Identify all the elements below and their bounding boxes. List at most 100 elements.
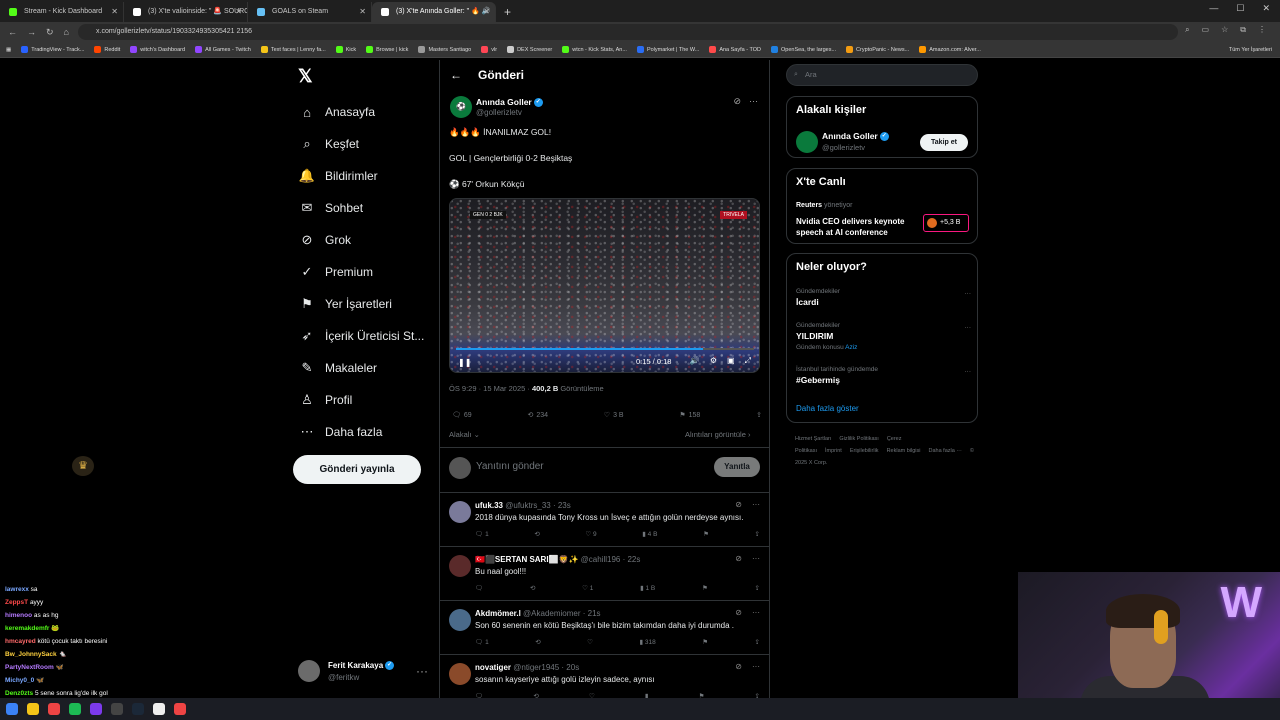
files-icon[interactable] <box>27 703 39 715</box>
home-icon[interactable]: ⌂ <box>64 27 69 38</box>
reply-post[interactable]: ufuk.33 @ufuktrs_33 · 23s ⊘ ··· 2018 dünya … <box>439 493 770 547</box>
like-button[interactable]: ♡ 3 B <box>604 411 624 420</box>
app2-icon[interactable] <box>153 703 165 715</box>
new-tab-icon[interactable]: + <box>496 2 519 22</box>
x-logo[interactable]: 𝕏 <box>298 66 313 87</box>
all-bookmarks[interactable]: Tüm Yer İşaretleri <box>1229 47 1272 53</box>
live-source[interactable]: Reuters yönetiyor <box>796 202 852 209</box>
share-button[interactable]: ⇪ <box>755 530 760 538</box>
share-button[interactable]: ⇪ <box>755 638 760 646</box>
nav-item-mail[interactable]: ✉ Sohbet <box>300 192 440 224</box>
view-quotes-link[interactable]: Alıntıları görüntüle › <box>685 430 750 439</box>
sort-dropdown[interactable]: Alakalı ⌄ <box>449 430 480 439</box>
browser-tab[interactable]: Stream - Kick Dashboard ✕ <box>0 2 124 22</box>
reply-input[interactable]: Yanıtını gönder <box>476 461 544 472</box>
grok-icon[interactable]: ⊘ <box>735 554 742 563</box>
grok-icon[interactable]: ⊘ <box>735 662 742 671</box>
chat-username[interactable]: Denz0zts <box>5 690 33 697</box>
bookmark-item[interactable]: Masters Santiago <box>418 46 471 53</box>
nav-item-premium[interactable]: ✓ Premium <box>300 256 440 288</box>
steam-icon[interactable] <box>132 703 144 715</box>
post-time[interactable]: ÖS 9:29 · 15 Mar 2025 · <box>449 384 530 393</box>
live-headline[interactable]: Nvidia CEO delivers keynote speech at AI… <box>796 216 911 238</box>
back-arrow-icon[interactable]: ← <box>450 68 462 82</box>
reload-icon[interactable]: ↻ <box>46 27 54 38</box>
reply-button[interactable]: 🗨 <box>475 584 483 592</box>
reply-button[interactable]: 🗨 69 <box>452 411 472 420</box>
chat-username[interactable]: Michy0_0 <box>5 677 34 684</box>
bookmark-item[interactable]: DEX Screener <box>507 46 552 53</box>
live-listeners-badge[interactable]: +5,3 B <box>923 214 969 232</box>
show-more-link[interactable]: Daha fazla göster <box>796 404 859 413</box>
browser-tab[interactable]: (3) X'te valioinside: " 🚨 SOURC ✕ <box>124 2 248 22</box>
reply-post[interactable]: 🇹🇷⬛SERTAN SARI⬜🦁✨ @cahill196 · 22s ⊘ ··· Bu… <box>439 547 770 601</box>
footer-link[interactable]: Reklam bilgisi <box>887 448 921 454</box>
pause-icon[interactable]: ❚❚ <box>458 358 471 367</box>
chat-username[interactable]: hmcayred <box>5 638 36 645</box>
menu-icon[interactable]: ⋮ <box>1258 25 1266 35</box>
trend-context-link[interactable]: Aziz <box>845 344 857 351</box>
chat-username[interactable]: keremakdemfr <box>5 625 49 632</box>
share-button[interactable]: ⇪ <box>754 584 759 592</box>
zoom-icon[interactable]: ⌕ <box>1185 25 1189 35</box>
bookmark-item[interactable]: Amazon.com: Alver... <box>919 46 981 53</box>
nav-item-more[interactable]: ⋯ Daha fazla <box>300 416 440 448</box>
nav-item-article[interactable]: ✎ Makaleler <box>300 352 440 384</box>
grok-icon[interactable]: ⊘ <box>735 500 742 509</box>
avatar[interactable] <box>449 663 471 685</box>
more-icon[interactable]: ··· <box>416 664 428 678</box>
start-icon[interactable] <box>6 703 18 715</box>
nav-item-bell[interactable]: 🔔 Bildirimler <box>299 160 440 192</box>
views-button[interactable]: ▮ 318 <box>639 638 655 646</box>
chat-username[interactable]: PartyNextRoom <box>5 664 54 671</box>
volume-icon[interactable]: 🔊 <box>690 356 700 366</box>
more-icon[interactable]: ··· <box>752 500 760 509</box>
footer-link[interactable]: İmprint <box>825 448 842 454</box>
chat-username[interactable]: Bw_JohnnySack <box>5 651 57 658</box>
like-button[interactable]: ♡ 9 <box>585 530 596 538</box>
bookmark-item[interactable]: Browse | kick <box>366 46 408 53</box>
views-button[interactable]: ▮ 1 B <box>640 584 655 592</box>
more-icon[interactable]: ··· <box>752 662 760 671</box>
nav-item-search[interactable]: ⌕ Keşfet <box>300 128 440 160</box>
post-author-avatar[interactable]: ⚽ <box>450 96 472 118</box>
browser-tab[interactable]: GOALS on Steam ✕ <box>248 2 372 22</box>
close-icon[interactable]: ✕ <box>111 2 118 22</box>
app-icon[interactable] <box>111 703 123 715</box>
star-icon[interactable]: ☆ <box>1221 25 1228 35</box>
bookmark-item[interactable]: Ana Sayfa - TOD <box>709 46 761 53</box>
nav-item-grok[interactable]: ⊘ Grok <box>300 224 440 256</box>
follow-button[interactable]: Takip et <box>920 134 968 151</box>
share-button[interactable]: ⇪ <box>756 411 762 419</box>
bookmark-item[interactable]: Polymarket | The W... <box>636 46 699 53</box>
like-button[interactable]: ♡ <box>587 638 593 646</box>
footer-link[interactable]: Daha fazla ··· <box>929 448 962 454</box>
bookmark-item[interactable]: wtcn - Kick Stats, An... <box>562 46 627 53</box>
settings-icon[interactable]: ⚙ <box>710 356 717 366</box>
app3-icon[interactable] <box>174 703 186 715</box>
post-author-name[interactable]: Anında Goller ✓ <box>476 97 543 108</box>
grok-icon[interactable]: ⊘ <box>735 608 742 617</box>
bookmark-button[interactable]: ⚑ <box>702 638 708 646</box>
bookmark-item[interactable]: vlr <box>481 46 497 53</box>
bookmark-item[interactable]: TradingView - Track... <box>21 46 84 53</box>
close-icon[interactable]: ✕ <box>483 2 490 22</box>
bookmark-item[interactable]: Text faces | Lenny fa... <box>260 46 326 53</box>
chat-username[interactable]: ZeppsT <box>5 599 28 606</box>
bookmark-item[interactable]: Kick <box>335 46 356 53</box>
reply-submit-button[interactable]: Yanıtla <box>714 457 760 477</box>
post-author-handle[interactable]: @gollerizletv <box>476 108 522 117</box>
video-progress-bar[interactable] <box>456 348 754 350</box>
bookmark-item[interactable]: witch's Dashboard <box>130 46 185 53</box>
pip-icon[interactable]: ▣ <box>727 356 735 366</box>
fullscreen-icon[interactable]: ⤢ <box>745 356 751 366</box>
bookmark-item[interactable]: Reddit <box>94 46 120 53</box>
avatar[interactable] <box>449 501 471 523</box>
more-icon[interactable]: ··· <box>965 290 972 297</box>
repost-button[interactable]: ⟲ <box>535 638 540 646</box>
repost-button[interactable]: ⟲ 234 <box>527 411 548 420</box>
spotify-icon[interactable] <box>69 703 81 715</box>
reply-post[interactable]: Akdmömer.l @Akademiomer · 21s ⊘ ··· Son 60 … <box>439 601 770 655</box>
post-more-icon[interactable]: ··· <box>749 96 758 107</box>
footer-link[interactable]: Gizlilik Politikası <box>839 436 878 442</box>
